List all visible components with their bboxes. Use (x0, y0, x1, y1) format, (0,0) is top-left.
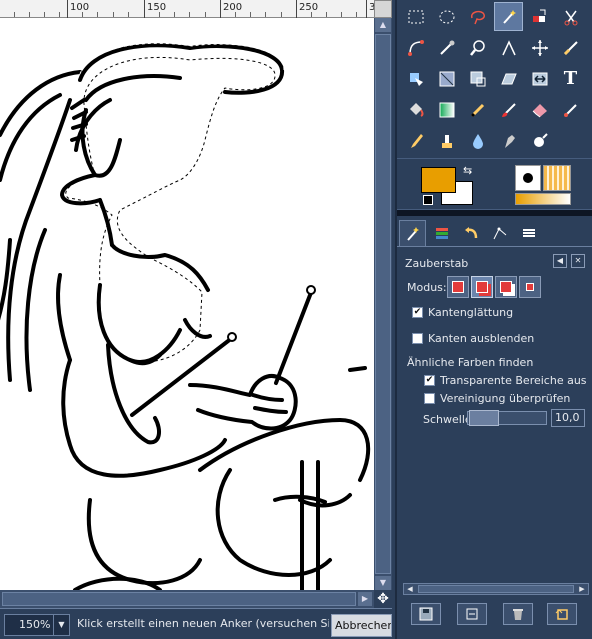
feather-checkbox[interactable] (412, 333, 423, 344)
smudge-icon[interactable] (494, 126, 523, 155)
convolve-icon[interactable] (463, 126, 492, 155)
foreground-color-swatch[interactable] (421, 167, 456, 193)
ruler-label: 150 (147, 2, 167, 13)
crop-icon[interactable] (432, 64, 461, 93)
ruler-label: 100 (70, 2, 90, 13)
sample-merged-checkbox[interactable] (424, 393, 435, 404)
clone-icon[interactable] (432, 126, 461, 155)
antialiasing-label: Kantenglättung (428, 306, 514, 319)
cancel-button[interactable]: Abbrechen (331, 614, 392, 637)
bucket-fill-icon[interactable] (401, 95, 430, 124)
threshold-value-field[interactable]: 10,0 (551, 409, 585, 427)
ink-icon[interactable] (401, 126, 430, 155)
undo-history-icon[interactable] (457, 220, 484, 246)
image-canvas[interactable] (0, 18, 374, 590)
dock-tabs (397, 217, 592, 247)
channels-icon[interactable] (515, 220, 542, 246)
crop-icon[interactable] (556, 33, 585, 62)
move-icon[interactable] (525, 33, 554, 62)
tool-options-icon[interactable] (399, 220, 426, 246)
color-area: ⇆ (397, 158, 592, 210)
dodge-burn-icon[interactable] (525, 126, 554, 155)
scroll-right-icon[interactable]: ▶ (577, 585, 587, 593)
horizontal-scroll-thumb[interactable] (2, 592, 356, 606)
paths-icon[interactable] (401, 33, 430, 62)
paintbrush-icon[interactable] (494, 95, 523, 124)
drummer-line-art (0, 42, 371, 590)
reset-options-icon[interactable] (547, 603, 577, 625)
vertical-scrollbar[interactable]: ▲ ▼ (374, 18, 392, 590)
scale-icon[interactable] (463, 64, 492, 93)
toolbox-dock: T ⇆ Zauberstab ◀ ✕ Modus: ✔ Kantenglättu… (395, 0, 592, 639)
shear-icon[interactable] (494, 64, 523, 93)
antialiasing-checkbox[interactable]: ✔ (412, 307, 423, 318)
transform-icon[interactable] (401, 64, 430, 93)
measure-icon[interactable] (494, 33, 523, 62)
eraser-icon[interactable] (525, 95, 554, 124)
horizontal-ruler[interactable]: 100 150 200 250 30 (0, 0, 382, 18)
zoom-select[interactable]: 150% ▼ (4, 614, 70, 636)
status-bar: 150% ▼ Klick erstellt einen neuen Anker … (0, 608, 392, 639)
mode-intersect-button[interactable] (519, 276, 541, 298)
image-window: 100 150 200 250 30 (0, 0, 392, 608)
mode-replace-button[interactable] (447, 276, 469, 298)
pattern-indicator[interactable] (543, 165, 571, 191)
gradient-indicator[interactable] (515, 193, 571, 205)
airbrush-icon[interactable] (556, 95, 585, 124)
swap-colors-icon[interactable]: ⇆ (463, 164, 472, 177)
delete-options-icon[interactable] (503, 603, 533, 625)
ruler-label: 250 (299, 2, 319, 13)
default-colors-icon[interactable] (423, 195, 433, 205)
chevron-down-icon[interactable]: ▼ (53, 615, 69, 635)
rect-select-icon[interactable] (401, 2, 430, 31)
vertical-scroll-thumb[interactable] (375, 34, 391, 574)
threshold-slider-thumb[interactable] (469, 410, 499, 426)
scroll-up-icon[interactable]: ▲ (375, 18, 391, 32)
horizontal-scrollbar[interactable]: ▶ (0, 590, 374, 608)
restore-options-icon[interactable] (457, 603, 487, 625)
save-options-icon[interactable] (411, 603, 441, 625)
free-select-icon[interactable] (463, 2, 492, 31)
close-icon[interactable]: ✕ (571, 254, 585, 268)
magnify-icon[interactable] (463, 33, 492, 62)
ellipse-select-icon[interactable] (432, 2, 461, 31)
scroll-right-icon[interactable]: ▶ (358, 592, 372, 606)
scroll-left-icon[interactable]: ◀ (405, 585, 415, 593)
layers-icon[interactable] (428, 220, 455, 246)
transparent-areas-label: Transparente Bereiche auswäh (440, 374, 586, 387)
fuzzy-select-icon[interactable] (494, 2, 523, 31)
text-icon[interactable]: T (556, 64, 585, 93)
transparent-areas-checkbox[interactable]: ✔ (424, 375, 435, 386)
pencil-icon[interactable] (463, 95, 492, 124)
zoom-value: 150% (19, 618, 51, 631)
menu-arrow-icon[interactable]: ◀ (553, 254, 567, 268)
scroll-down-icon[interactable]: ▼ (375, 576, 391, 590)
sample-merged-label: Vereinigung überprüfen (440, 392, 571, 405)
paths-icon[interactable] (486, 220, 513, 246)
feather-label: Kanten ausblenden (428, 332, 535, 345)
dock-separator[interactable] (397, 210, 592, 216)
status-message: Klick erstellt einen neuen Anker (versuc… (77, 617, 329, 630)
navigate-icon[interactable]: ✥ (374, 590, 392, 608)
options-horizontal-scrollbar[interactable]: ◀ ▶ (403, 583, 589, 595)
ruler-label: 200 (223, 2, 243, 13)
mode-add-button[interactable] (471, 276, 493, 298)
mode-subtract-button[interactable] (495, 276, 517, 298)
options-scroll-thumb[interactable] (418, 585, 574, 593)
brush-indicator[interactable] (515, 165, 541, 191)
mode-label: Modus: (407, 281, 447, 294)
blend-icon[interactable] (432, 95, 461, 124)
similar-colors-heading: Ähnliche Farben finden (407, 356, 534, 369)
ruler-corner[interactable] (374, 0, 392, 18)
flip-icon[interactable] (525, 64, 554, 93)
select-by-color-icon[interactable] (525, 2, 554, 31)
tool-options-title: Zauberstab (405, 257, 469, 270)
scissors-icon[interactable] (556, 2, 585, 31)
toolbox: T (401, 2, 591, 154)
color-picker-icon[interactable] (432, 33, 461, 62)
